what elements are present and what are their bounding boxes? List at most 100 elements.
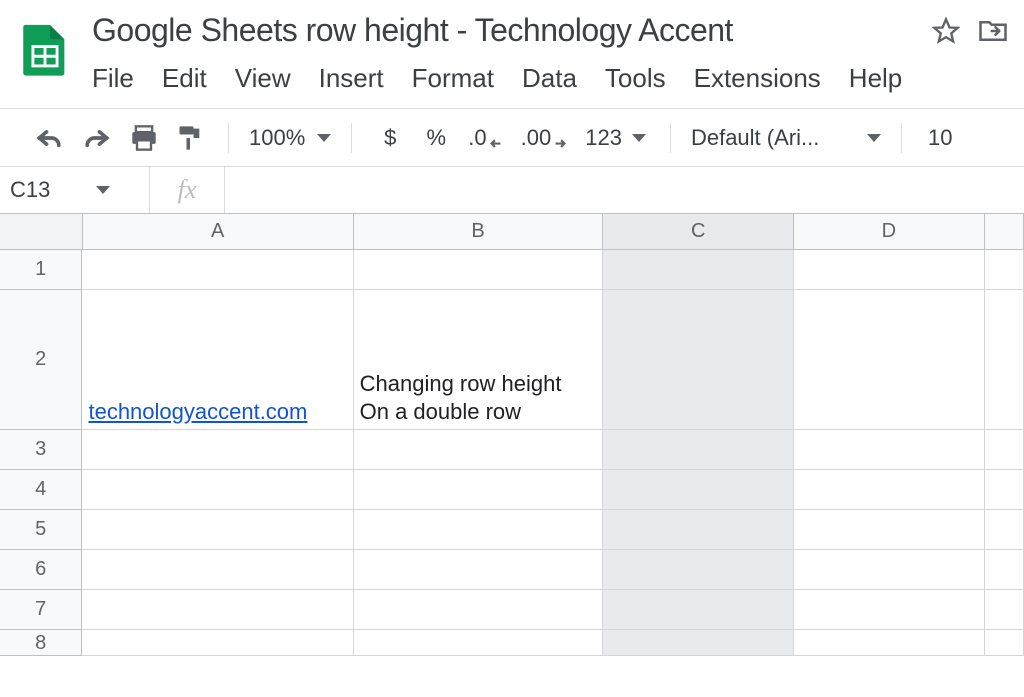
row-header-7[interactable]: 7 (0, 590, 82, 630)
cell-a3[interactable] (82, 430, 353, 470)
chevron-down-icon (96, 186, 110, 194)
cell-a5[interactable] (82, 510, 353, 550)
link-text[interactable]: technologyaccent.com (88, 399, 307, 425)
currency-button[interactable]: $ (372, 120, 408, 156)
cell-c6[interactable] (603, 550, 794, 590)
number-format-dropdown[interactable]: 123 (581, 120, 650, 156)
zoom-value: 100% (249, 125, 305, 151)
row-header-5[interactable]: 5 (0, 510, 82, 550)
cell-e3[interactable] (985, 430, 1024, 470)
chevron-down-icon (867, 134, 881, 142)
cell-d2[interactable] (794, 290, 985, 430)
menu-data[interactable]: Data (522, 63, 577, 94)
row-header-1[interactable]: 1 (0, 250, 82, 290)
cell-d8[interactable] (794, 630, 985, 656)
decrease-decimal-button[interactable]: .0 (464, 120, 506, 156)
cell-e6[interactable] (985, 550, 1024, 590)
cell-e8[interactable] (985, 630, 1024, 656)
toolbar-separator (901, 123, 902, 153)
cell-e4[interactable] (985, 470, 1024, 510)
column-header-d[interactable]: D (794, 214, 985, 250)
name-box[interactable]: C13 (0, 167, 150, 213)
row-header-3[interactable]: 3 (0, 430, 82, 470)
cell-b5[interactable] (354, 510, 604, 550)
cell-e2[interactable] (985, 290, 1024, 430)
cell-d7[interactable] (794, 590, 985, 630)
cell-c1[interactable] (603, 250, 794, 290)
table-row: 8 (0, 630, 1024, 656)
cell-c3[interactable] (603, 430, 794, 470)
table-row: 5 (0, 510, 1024, 550)
cell-d1[interactable] (794, 250, 985, 290)
cell-b4[interactable] (354, 470, 604, 510)
column-header-e[interactable] (985, 214, 1024, 250)
table-row: 7 (0, 590, 1024, 630)
document-title[interactable]: Google Sheets row height - Technology Ac… (92, 12, 733, 49)
font-name: Default (Ari... (691, 125, 819, 151)
print-icon[interactable] (126, 120, 162, 156)
cell-a2[interactable]: technologyaccent.com (82, 290, 353, 430)
row-header-6[interactable]: 6 (0, 550, 82, 590)
cell-c8[interactable] (603, 630, 794, 656)
cell-e1[interactable] (985, 250, 1024, 290)
select-all-corner[interactable] (0, 214, 83, 250)
menu-extensions[interactable]: Extensions (694, 63, 821, 94)
menu-format[interactable]: Format (412, 63, 494, 94)
cell-b3[interactable] (354, 430, 604, 470)
cell-d5[interactable] (794, 510, 985, 550)
formula-input[interactable] (225, 167, 1024, 213)
cell-c7[interactable] (603, 590, 794, 630)
toolbar-separator (228, 123, 229, 153)
spreadsheet-grid: A B C D 1 2 technologyaccent.com Changin… (0, 214, 1024, 656)
menu-help[interactable]: Help (849, 63, 902, 94)
cell-c2[interactable] (603, 290, 794, 430)
row-header-8[interactable]: 8 (0, 630, 82, 656)
table-row: 4 (0, 470, 1024, 510)
zoom-dropdown[interactable]: 100% (249, 125, 331, 151)
cell-e5[interactable] (985, 510, 1024, 550)
cell-d6[interactable] (794, 550, 985, 590)
cell-a1[interactable] (82, 250, 353, 290)
redo-icon[interactable] (78, 120, 116, 156)
increase-decimal-button[interactable]: .00 (517, 120, 572, 156)
name-box-value: C13 (10, 177, 50, 203)
fx-label: fx (150, 167, 225, 213)
menu-view[interactable]: View (235, 63, 291, 94)
menu-insert[interactable]: Insert (319, 63, 384, 94)
cell-c4[interactable] (603, 470, 794, 510)
cell-d4[interactable] (794, 470, 985, 510)
star-icon[interactable] (932, 17, 960, 45)
cell-a7[interactable] (82, 590, 353, 630)
sheets-logo (16, 20, 74, 78)
row-header-4[interactable]: 4 (0, 470, 82, 510)
column-header-c[interactable]: C (603, 214, 794, 250)
move-icon[interactable] (978, 18, 1008, 44)
cell-c5[interactable] (603, 510, 794, 550)
column-header-a[interactable]: A (83, 214, 354, 250)
table-row: 2 technologyaccent.com Changing row heig… (0, 290, 1024, 430)
cell-a4[interactable] (82, 470, 353, 510)
cell-a6[interactable] (82, 550, 353, 590)
menu-file[interactable]: File (92, 63, 134, 94)
number-format-label: 123 (585, 125, 622, 151)
menubar: File Edit View Insert Format Data Tools … (92, 63, 1008, 108)
cell-a8[interactable] (82, 630, 353, 656)
column-header-b[interactable]: B (354, 214, 604, 250)
cell-d3[interactable] (794, 430, 985, 470)
font-size-input[interactable]: 10 (922, 125, 952, 151)
font-dropdown[interactable]: Default (Ari... (691, 125, 881, 151)
undo-icon[interactable] (30, 120, 68, 156)
cell-e7[interactable] (985, 590, 1024, 630)
table-row: 1 (0, 250, 1024, 290)
row-header-2[interactable]: 2 (0, 290, 82, 430)
header-area: Google Sheets row height - Technology Ac… (0, 0, 1024, 108)
cell-b2[interactable]: Changing row height On a double row (354, 290, 604, 430)
menu-tools[interactable]: Tools (605, 63, 666, 94)
percent-button[interactable]: % (418, 120, 454, 156)
cell-b6[interactable] (354, 550, 604, 590)
cell-b8[interactable] (354, 630, 604, 656)
paint-format-icon[interactable] (172, 120, 208, 156)
cell-b7[interactable] (354, 590, 604, 630)
menu-edit[interactable]: Edit (162, 63, 207, 94)
cell-b1[interactable] (354, 250, 604, 290)
